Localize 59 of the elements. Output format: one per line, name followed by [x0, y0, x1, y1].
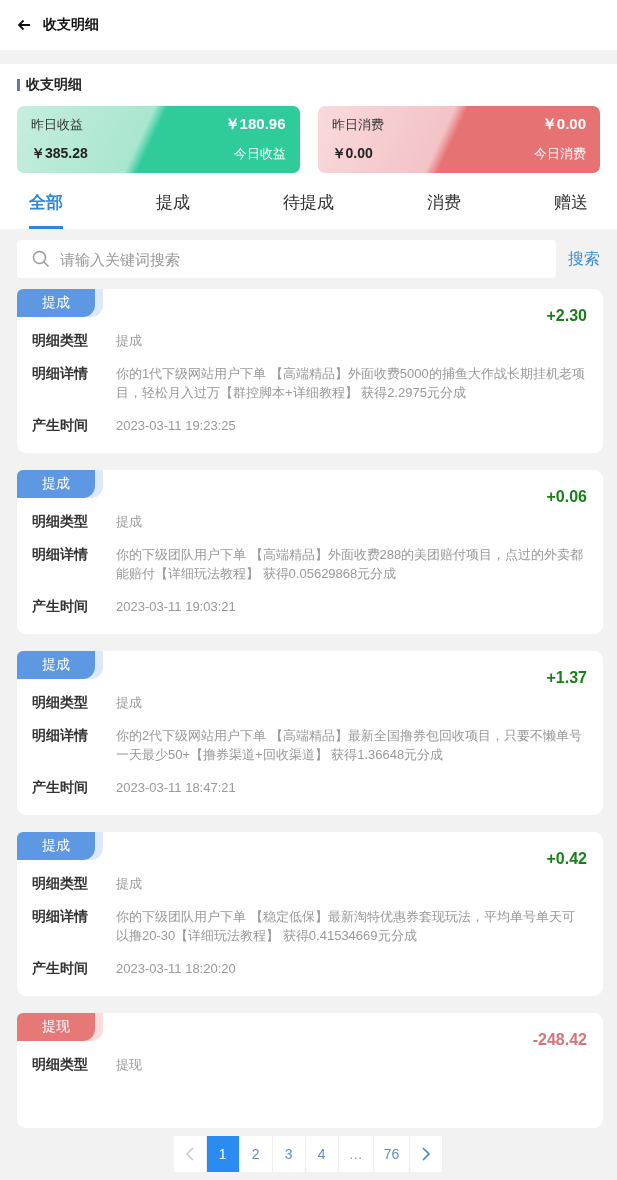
filter-tab[interactable]: 全部 — [29, 181, 63, 229]
field-value: 2023-03-11 18:47:21 — [116, 779, 236, 797]
back-icon[interactable] — [17, 19, 31, 31]
today-value: ￥0.00 — [541, 115, 586, 134]
page-button[interactable]: 1 — [206, 1136, 240, 1172]
record-amount: +0.06 — [546, 488, 587, 506]
search-field[interactable]: 请输入关键词搜索 — [17, 240, 556, 278]
yesterday-label: 昨日消费 — [331, 115, 384, 134]
field-label: 明细类型 — [32, 331, 89, 350]
page-title: 收支明细 — [43, 16, 99, 34]
yesterday-label: 昨日收益 — [31, 115, 83, 134]
section-marker — [17, 79, 20, 91]
field-label: 产生时间 — [32, 959, 89, 978]
field-value: 提成 — [116, 332, 142, 350]
page-button[interactable]: 2 — [239, 1136, 273, 1172]
filter-tab[interactable]: 赠送 — [554, 181, 588, 229]
search-button[interactable]: 搜索 — [568, 248, 600, 270]
field-value: 提成 — [116, 694, 142, 712]
record-amount: +0.42 — [546, 850, 587, 868]
field-value: 你的1代下级网站用户下单 【高端精品】外面收费5000的捕鱼大作战长期挂机老项目，轻松月入过万【群控脚本+详细教程】 获得2.2975元分成 — [116, 365, 586, 402]
field-value: 你的下级团队用户下单 【高端精品】外面收费288的美团赔付项目，点过的外卖都能赔付【详细玩法教程】 获得0.05629868元分成 — [116, 546, 585, 583]
field-label: 明细详情 — [32, 907, 89, 926]
page-button[interactable]: 3 — [272, 1136, 306, 1172]
field-label: 明细类型 — [32, 1055, 89, 1074]
field-value: 你的下级团队用户下单 【稳定低保】最新淘特优惠券套现玩法，平均单号单天可以撸20-30【详细玩法教程】 获得0.41534669元分成 — [116, 908, 576, 945]
today-label: 今日收益 — [233, 145, 286, 163]
field-label: 明细类型 — [32, 512, 89, 531]
next-page-button[interactable] — [410, 1136, 444, 1172]
field-label: 产生时间 — [32, 778, 89, 797]
record-amount: +2.30 — [546, 307, 587, 325]
field-label: 明细类型 — [32, 693, 89, 712]
page-button[interactable]: 4 — [305, 1136, 339, 1172]
pagination-ellipsis[interactable]: … — [338, 1136, 374, 1172]
field-label: 明细类型 — [32, 874, 89, 893]
field-label: 明细详情 — [32, 364, 89, 383]
field-value: 提成 — [116, 875, 142, 893]
yesterday-value: ￥385.28 — [31, 145, 88, 163]
field-label: 明细详情 — [32, 726, 89, 745]
record-amount: -248.42 — [532, 1031, 587, 1049]
filter-tab[interactable]: 待提成 — [283, 181, 334, 229]
search-icon — [32, 250, 50, 268]
field-value: 提现 — [116, 1056, 142, 1074]
field-value: 2023-03-11 18:20:20 — [116, 960, 236, 978]
chevron-left-icon — [185, 1147, 194, 1161]
filter-tab[interactable]: 提成 — [156, 181, 190, 229]
field-value: 2023-03-11 19:03:21 — [116, 598, 236, 616]
record-amount: +1.37 — [546, 669, 587, 687]
today-label: 今日消费 — [534, 145, 586, 163]
field-label: 明细详情 — [32, 545, 89, 564]
filter-tab[interactable]: 消费 — [427, 181, 461, 229]
section-title: 收支明细 — [26, 76, 82, 94]
field-value: 2023-03-11 19:23:25 — [116, 417, 236, 435]
field-label: 产生时间 — [32, 416, 89, 435]
chevron-right-icon — [422, 1147, 431, 1161]
field-label: 产生时间 — [32, 597, 89, 616]
page-button[interactable]: 76 — [373, 1136, 411, 1172]
field-value: 提成 — [116, 513, 142, 531]
today-value: ￥180.96 — [224, 115, 286, 134]
yesterday-value: ￥0.00 — [331, 145, 373, 163]
